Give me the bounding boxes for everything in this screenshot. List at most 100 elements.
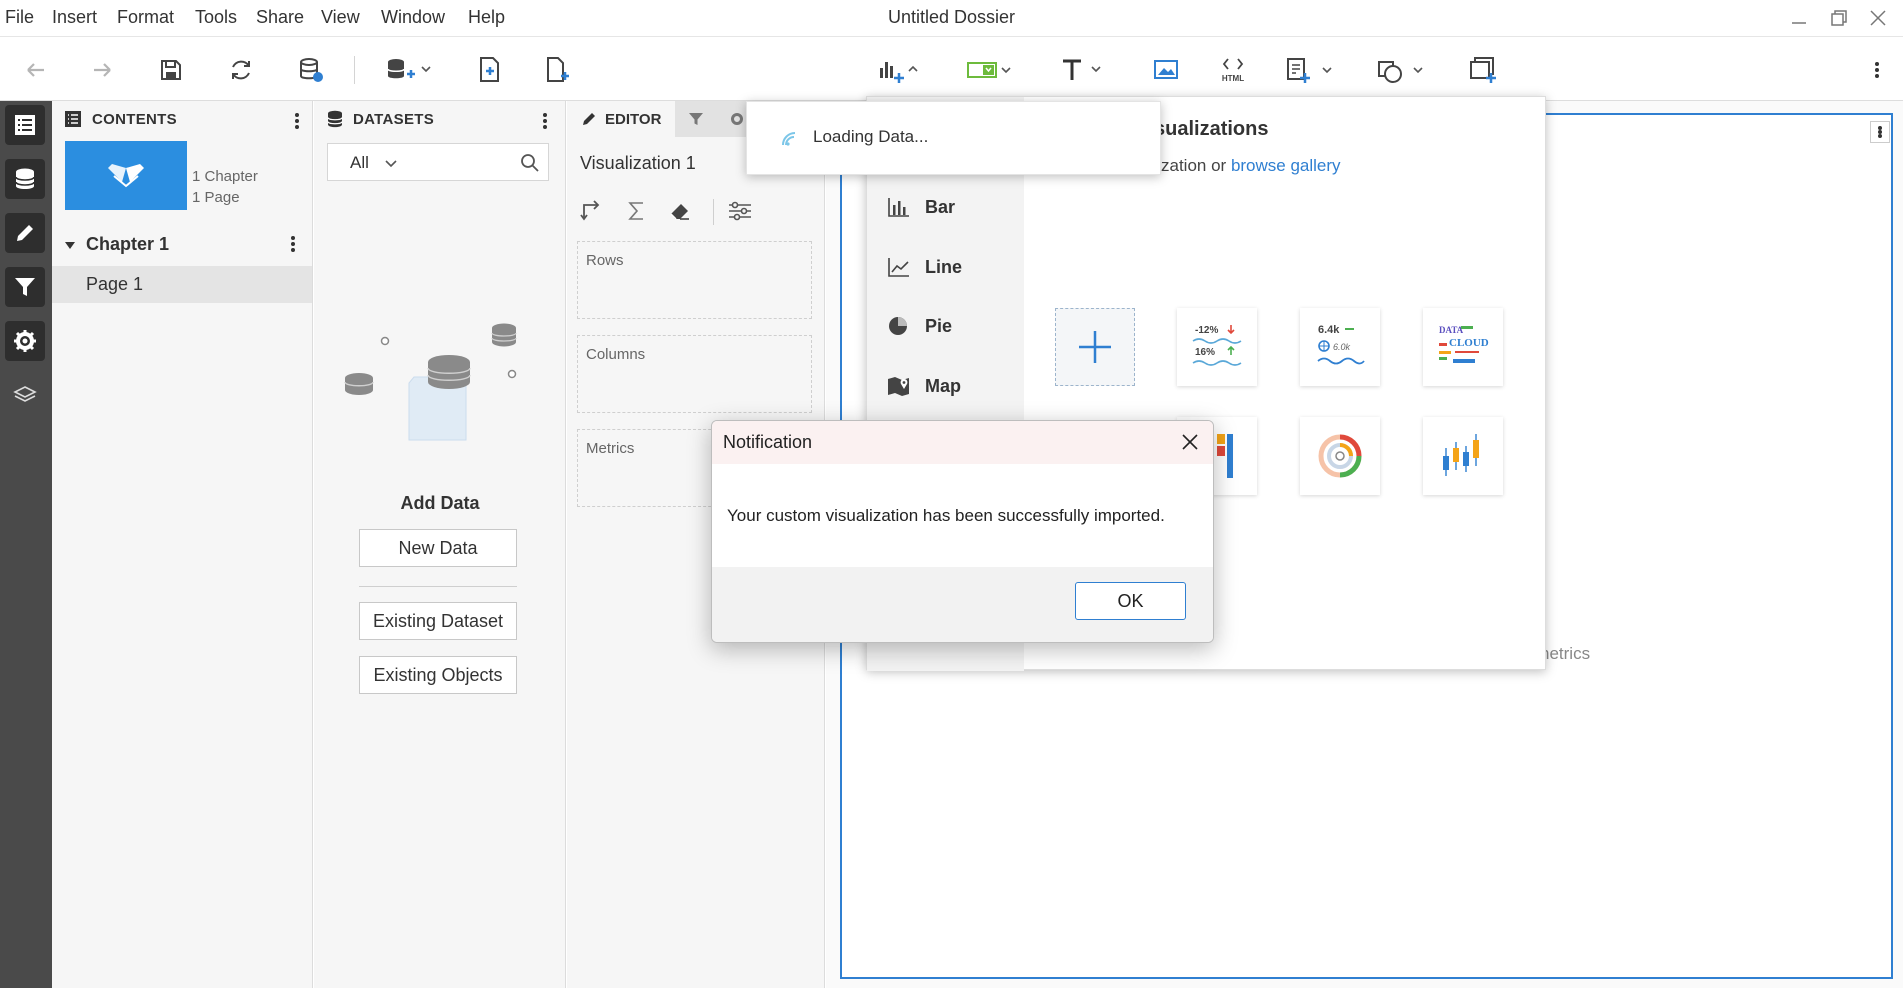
menu-tools[interactable]: Tools — [195, 7, 237, 28]
contents-nav-icon[interactable] — [5, 105, 45, 145]
add-custom-viz-tile[interactable] — [1055, 308, 1135, 386]
metrics-label: Metrics — [586, 440, 635, 457]
undo-icon[interactable] — [22, 55, 48, 85]
add-data-illustration — [344, 323, 517, 441]
restore-icon[interactable] — [1829, 8, 1849, 28]
plus-icon — [1079, 331, 1111, 363]
toolbar-divider — [354, 56, 355, 84]
add-page-icon[interactable] — [543, 55, 571, 85]
category-line[interactable]: Line — [887, 253, 962, 281]
menu-insert[interactable]: Insert — [52, 7, 97, 28]
properties-icon[interactable] — [727, 199, 753, 223]
map-icon — [888, 377, 909, 396]
format-nav-icon[interactable] — [5, 321, 45, 361]
viz-more-icon[interactable] — [1870, 121, 1890, 143]
dataset-filter-search[interactable]: All — [327, 143, 549, 181]
candlestick-viz-tile[interactable] — [1423, 417, 1503, 495]
kpi-viz-tile[interactable]: -12% 16% — [1177, 308, 1257, 386]
category-bar-label: Bar — [925, 196, 956, 217]
insert-html-icon[interactable]: HTML — [1218, 55, 1248, 85]
svg-text:HTML: HTML — [1222, 74, 1244, 83]
number-icon: 6.4k 6.0k — [1317, 324, 1365, 365]
dataset-filter-value[interactable]: All — [350, 153, 369, 173]
gallery-title: sualizations — [1154, 118, 1269, 140]
filter-nav-icon[interactable] — [5, 267, 45, 307]
ok-button[interactable]: OK — [1075, 582, 1186, 620]
collapse-caret-icon[interactable] — [64, 239, 76, 251]
columns-drop-zone[interactable]: Columns — [577, 335, 812, 413]
datasets-more-icon[interactable] — [542, 111, 548, 131]
insert-widget-icon[interactable] — [1285, 55, 1333, 85]
insert-image-icon[interactable] — [1152, 55, 1180, 85]
loading-data-popup: Loading Data... — [746, 101, 1161, 175]
chapter-thumbnail[interactable] — [65, 141, 187, 210]
gallery-subtitle-text: zation or — [1161, 156, 1231, 175]
existing-dataset-button[interactable]: Existing Dataset — [359, 602, 517, 640]
insert-text-icon[interactable] — [1060, 55, 1106, 85]
pie-chart-icon — [889, 317, 907, 335]
editor-tab[interactable]: EDITOR — [567, 101, 675, 137]
insert-shape-icon[interactable] — [1376, 55, 1424, 85]
rows-drop-zone[interactable]: Rows — [577, 241, 812, 319]
eraser-icon[interactable] — [668, 199, 692, 223]
kpi-pos-label: 16% — [1195, 347, 1215, 358]
number-sub-label: 6.0k — [1333, 342, 1351, 352]
menu-file[interactable]: File — [5, 7, 34, 28]
dialog-header: Notification — [712, 421, 1213, 464]
chapter-more-icon[interactable] — [290, 234, 296, 254]
insert-panel-stack-icon[interactable] — [1468, 55, 1498, 85]
menu-help[interactable]: Help — [468, 7, 505, 28]
kpi-icon: -12% 16% — [1192, 325, 1242, 366]
menu-share[interactable]: Share — [256, 7, 304, 28]
data-cloud-viz-tile[interactable]: DATA CLOUD — [1423, 308, 1503, 386]
existing-objects-button[interactable]: Existing Objects — [359, 656, 517, 694]
loading-text: Loading Data... — [813, 127, 929, 146]
redo-icon[interactable] — [90, 55, 116, 85]
page-row[interactable]: Page 1 — [52, 266, 312, 303]
editor-tools-divider — [713, 199, 714, 225]
duplicate-page-icon[interactable] — [476, 55, 504, 85]
insert-visualization-icon[interactable] — [878, 55, 922, 85]
category-pie[interactable]: Pie — [887, 312, 952, 340]
menu-window[interactable]: Window — [381, 7, 445, 28]
close-window-icon[interactable] — [1868, 8, 1888, 28]
canvas-hint-text: netrics — [1540, 644, 1591, 663]
contents-more-icon[interactable] — [294, 111, 300, 131]
gallery-subtitle: zation or browse gallery — [1161, 156, 1341, 176]
menu-view[interactable]: View — [321, 7, 360, 28]
chapter-row[interactable]: Chapter 1 — [52, 229, 312, 259]
swap-axes-icon[interactable] — [580, 199, 604, 223]
toolbar-more-icon[interactable] — [1874, 55, 1880, 85]
radial-viz-tile[interactable] — [1300, 417, 1380, 495]
datasets-title: DATASETS — [353, 110, 435, 128]
data-source-icon[interactable] — [297, 55, 325, 85]
cloud-line1: DATA — [1439, 325, 1464, 335]
editor-nav-icon[interactable] — [5, 213, 45, 253]
menu-format[interactable]: Format — [117, 7, 174, 28]
add-dataset-icon[interactable] — [385, 55, 431, 85]
gear-icon — [731, 113, 743, 125]
contents-panel: CONTENTS 1 Chapter 1 Page Chapter 1 Page… — [52, 101, 313, 988]
category-map[interactable]: Map — [887, 372, 961, 400]
chevron-down-icon[interactable] — [384, 159, 398, 169]
search-icon[interactable] — [520, 153, 540, 173]
datasets-nav-icon[interactable] — [5, 159, 45, 199]
visualization-name[interactable]: Visualization 1 — [580, 153, 696, 174]
toolbar: HTML — [0, 38, 1903, 101]
category-bar[interactable]: Bar — [887, 193, 955, 221]
refresh-icon[interactable] — [228, 55, 254, 85]
new-data-button[interactable]: New Data — [359, 529, 517, 567]
dialog-message: Your custom visualization has been succe… — [727, 506, 1165, 525]
layers-nav-icon[interactable] — [5, 375, 45, 415]
close-icon[interactable] — [1180, 432, 1200, 452]
browse-gallery-link[interactable]: browse gallery — [1231, 156, 1341, 175]
save-icon[interactable] — [159, 55, 183, 85]
insert-filter-icon[interactable] — [966, 55, 1012, 85]
filter-tab[interactable] — [675, 101, 717, 137]
number-viz-tile[interactable]: 6.4k 6.0k — [1300, 308, 1380, 386]
line-chart-icon — [888, 258, 909, 277]
columns-label: Columns — [586, 346, 646, 363]
contents-header: CONTENTS — [64, 109, 177, 129]
sigma-icon[interactable] — [625, 199, 649, 223]
minimize-icon[interactable] — [1789, 8, 1809, 28]
